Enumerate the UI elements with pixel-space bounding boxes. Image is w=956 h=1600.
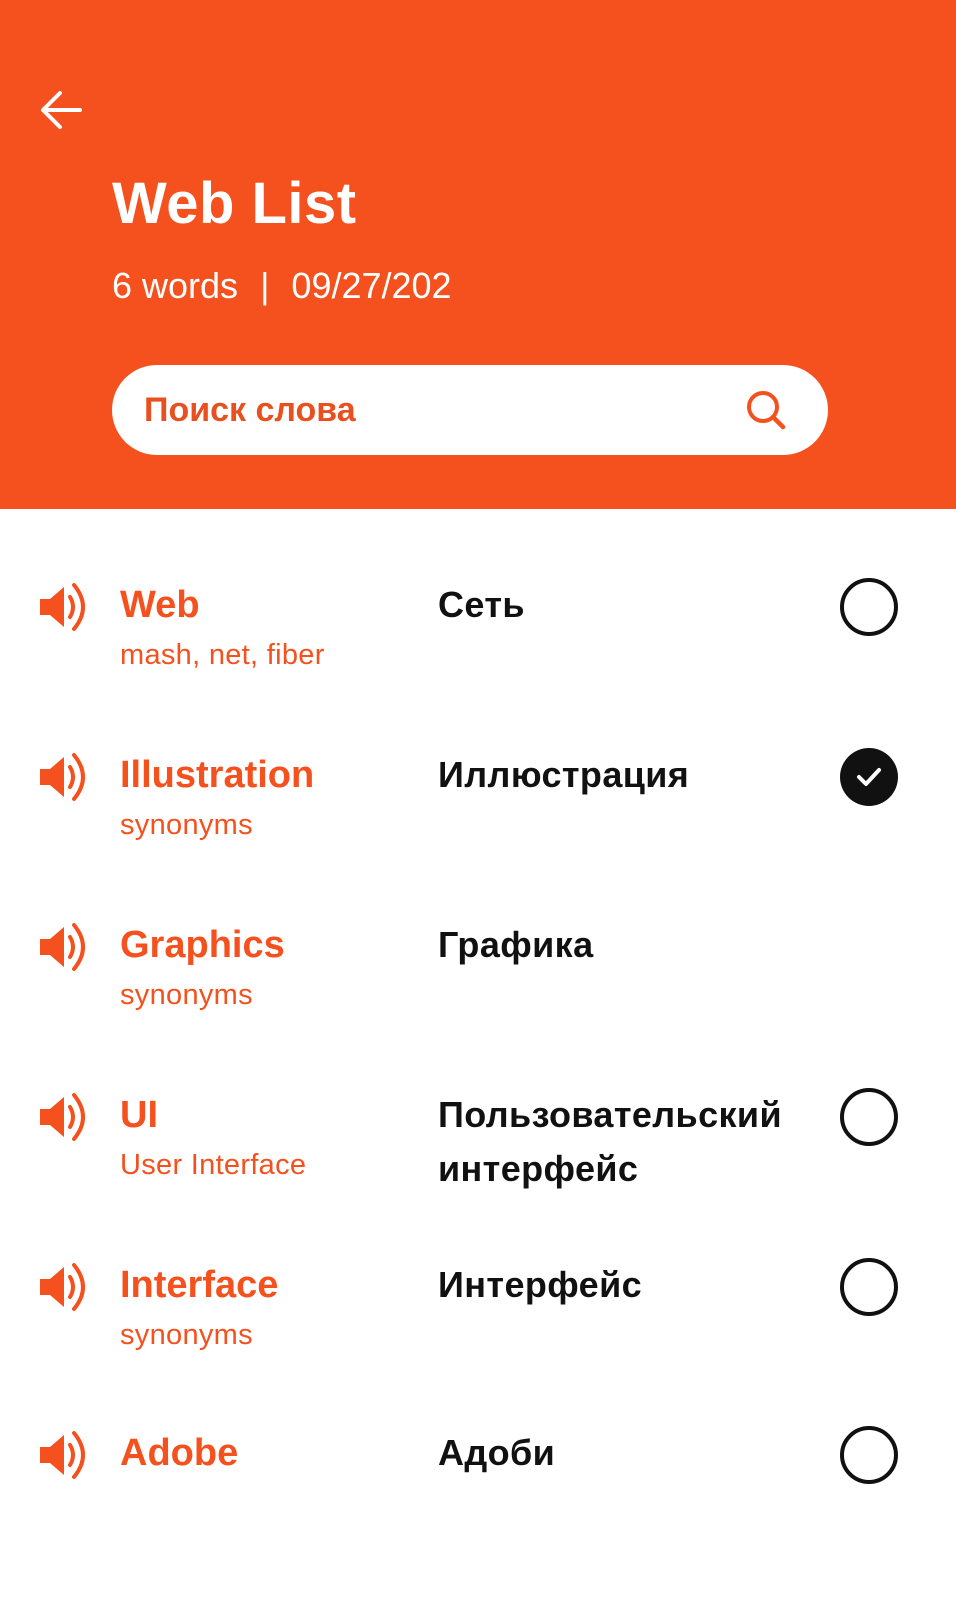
speaker-icon[interactable] [36,749,92,805]
word-synonyms: User Interface [120,1149,307,1181]
word-row[interactable]: Web mash, net, fiber Сеть [0,575,956,745]
search-bar [112,365,828,455]
word-list: Web mash, net, fiber Сеть Illustration synon… [0,509,956,1491]
arrow-left-icon [41,91,82,129]
speaker-icon[interactable] [36,1427,92,1483]
search-button[interactable] [744,388,788,432]
list-meta: 6 words | 09/27/202 [112,262,452,310]
word-synonyms: synonyms [120,809,253,841]
word-translation: Адоби [438,1432,556,1473]
word-row[interactable]: Illustration synonyms Иллюстрация [0,745,956,915]
word-translation: Сеть [438,584,525,625]
word-synonyms: Adobe R... [120,1485,260,1491]
word-translation: Графика [438,924,594,965]
word-term: UI [120,1094,158,1136]
learned-checkbox[interactable] [840,1258,898,1316]
word-row[interactable]: Interface synonyms Интерфейс [0,1255,956,1425]
word-term: Adobe [120,1432,239,1474]
word-synonyms: synonyms [120,1319,253,1351]
search-icon [747,391,786,430]
word-row[interactable]: UI User Interface Пользовательский интерфе… [0,1085,956,1255]
word-translation: Пользовательский интерфейс [438,1094,782,1189]
header: Web List 6 words | 09/27/202 [0,0,956,509]
list-title: Web List [112,171,357,236]
word-term: Interface [120,1264,279,1306]
learned-checkbox[interactable] [840,1426,898,1484]
checkmark-icon [854,762,884,792]
word-translation: Иллюстрация [438,754,690,795]
learned-checkbox-checked[interactable] [840,748,898,806]
speaker-icon[interactable] [36,1259,92,1315]
speaker-icon[interactable] [36,579,92,635]
word-synonyms: mash, net, fiber [120,639,325,671]
word-term: Illustration [120,754,315,796]
word-term: Graphics [120,924,285,966]
word-count: 6 words [112,265,239,306]
back-button[interactable] [36,86,86,134]
word-row[interactable]: Graphics synonyms Графика [0,915,956,1085]
learned-checkbox[interactable] [840,1088,898,1146]
word-translation: Интерфейс [438,1264,643,1305]
search-input[interactable] [144,390,744,430]
meta-separator: | [260,265,270,306]
word-row[interactable]: Adobe Adobe R... Адоби [0,1423,956,1491]
speaker-icon[interactable] [36,919,92,975]
learned-checkbox[interactable] [840,578,898,636]
word-term: Web [120,584,200,626]
word-synonyms: synonyms [120,979,253,1011]
list-date: 09/27/202 [291,265,452,306]
speaker-icon[interactable] [36,1089,92,1145]
